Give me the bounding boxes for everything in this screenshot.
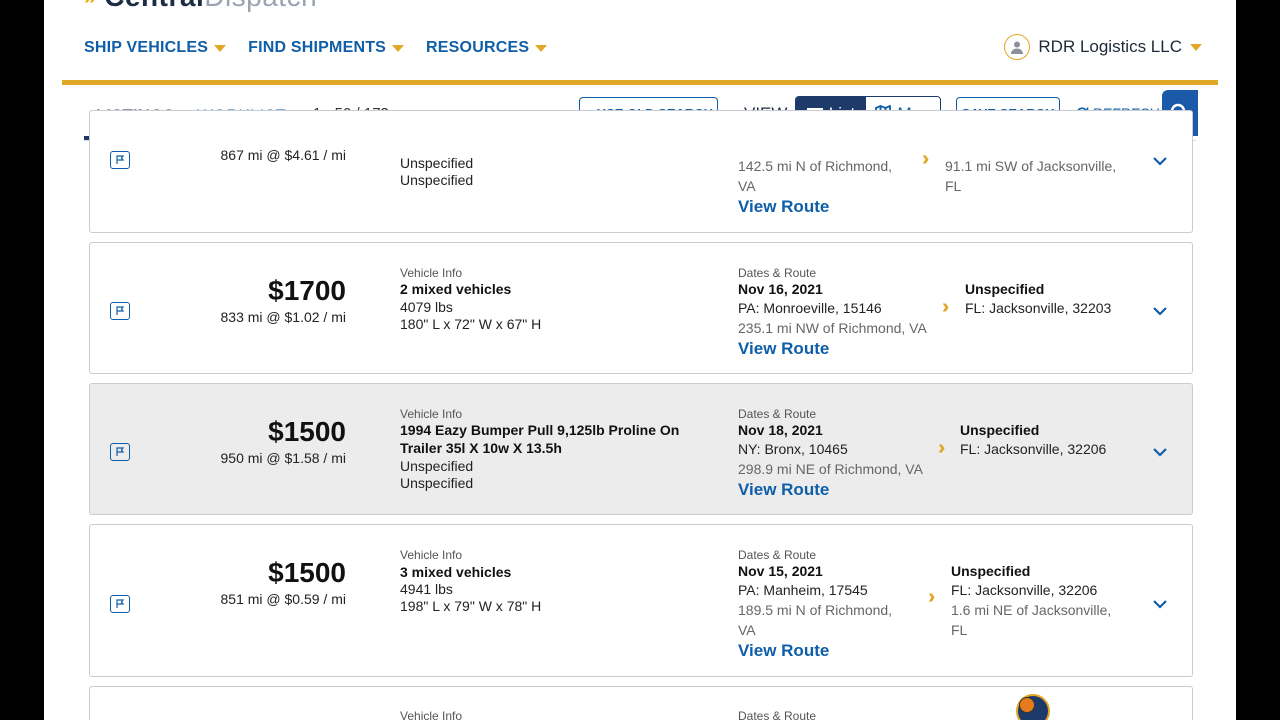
flag-icon[interactable] [110,443,130,461]
route-arrow-icon: ›› [938,437,947,459]
route-arrow-icon: ›› [928,586,937,608]
destination-distance: 1.6 mi NE of Jacksonville, [951,602,1112,618]
vehicle-title: 2 mixed vehicles [400,281,512,297]
origin-distance: 235.1 mi NW of Richmond, VA [738,320,927,336]
vehicle-line: Unspecified [400,155,474,171]
origin-distance-state: VA [738,622,756,638]
destination-distance-state: FL [951,622,968,638]
nav-ship-vehicles[interactable]: SHIP VEHICLES [84,38,227,58]
pickup-date: Nov 16, 2021 [738,281,823,297]
flag-icon[interactable] [110,595,130,613]
logo-text: CentralDispatch [104,0,317,11]
dates-route-label: Dates & Route [738,266,817,280]
destination-location: FL: Jacksonville, 32206 [960,441,1107,457]
logo-chevron-icon: » [84,0,96,8]
vehicle-line: Unspecified [400,458,474,474]
route-arrow-icon: ›› [942,296,951,318]
listing-card[interactable]: $1500 950 mi @ $1.58 / mi Vehicle Info 1… [89,383,1193,515]
dates-route-label: Dates & Route [738,709,817,720]
dates-route-label: Dates & Route [738,407,817,421]
main-nav: SHIP VEHICLES FIND SHIPMENTS RESOURCES [84,38,548,58]
header-divider [62,80,1218,85]
listing-card[interactable]: 867 mi @ $4.61 / mi Unspecified Unspecif… [89,110,1193,233]
vehicle-line: Unspecified [400,172,474,188]
vehicle-line: 4079 lbs [400,299,453,315]
pickup-date: Nov 18, 2021 [738,422,823,438]
nav-label: SHIP VEHICLES [84,39,209,56]
origin-location: PA: Manheim, 17545 [738,582,868,598]
chevron-down-icon [214,44,227,52]
route-arrow-icon: ›› [922,148,931,170]
vehicle-info-label: Vehicle Info [400,407,463,421]
destination-status: Unspecified [951,563,1031,579]
vehicle-info-label: Vehicle Info [400,709,463,720]
chevron-down-icon [535,44,548,52]
vehicle-info-label: Vehicle Info [400,548,463,562]
nav-label: FIND SHIPMENTS [248,39,387,56]
vehicle-line: 180" L x 72" W x 67" H [400,316,542,332]
listing-price: $1500 [268,416,346,447]
destination-distance-state: FL [945,178,962,194]
origin-distance: 189.5 mi N of Richmond, [738,602,893,618]
dates-route-label: Dates & Route [738,548,817,562]
chevron-down-icon[interactable] [1152,306,1168,316]
vehicle-line: 198" L x 79" W x 78" H [400,598,542,614]
view-route-link[interactable]: View Route [738,197,829,217]
chevron-down-icon [392,44,405,52]
view-route-link[interactable]: View Route [738,339,829,359]
destination-location: FL: Jacksonville, 32203 [965,300,1112,316]
origin-location: PA: Monroeville, 15146 [738,300,882,316]
destination-distance: 91.1 mi SW of Jacksonville, [945,158,1117,174]
chevron-down-icon [1190,43,1202,51]
destination-location: FL: Jacksonville, 32206 [951,582,1098,598]
pickup-date: Nov 15, 2021 [738,563,823,579]
account-name: RDR Logistics LLC [1038,37,1182,56]
nav-find-shipments[interactable]: FIND SHIPMENTS [248,38,405,58]
listing-price: $1500 [268,557,346,588]
price-per-mile: 950 mi @ $1.58 / mi [220,450,347,466]
chevron-down-icon[interactable] [1152,447,1168,457]
page: » CentralDispatch SHIP VEHICLES FIND SHI… [44,0,1236,720]
flag-icon[interactable] [110,151,130,169]
notification-badge [1019,697,1035,713]
view-route-link[interactable]: View Route [738,480,829,500]
nav-resources[interactable]: RESOURCES [426,38,548,58]
vehicle-title: 1994 Eazy Bumper Pull 9,125lb Proline On… [400,422,680,456]
price-per-mile: 851 mi @ $0.59 / mi [220,591,347,607]
origin-distance-state: VA [738,178,756,194]
destination-status: Unspecified [960,422,1040,438]
chevron-down-icon[interactable] [1152,156,1168,166]
listing-card[interactable]: $1700 833 mi @ $1.02 / mi Vehicle Info 2… [89,242,1193,374]
origin-distance: 298.9 mi NE of Richmond, VA [738,461,923,477]
vehicle-title: 3 mixed vehicles [400,564,512,580]
vehicle-line: 4941 lbs [400,581,453,597]
origin-location: NY: Bronx, 10465 [738,441,848,457]
chevron-down-icon[interactable] [1152,599,1168,609]
user-icon [1011,41,1024,54]
origin-distance: 142.5 mi N of Richmond, [738,158,893,174]
brand-logo[interactable]: » CentralDispatch [84,0,317,11]
vehicle-line: Unspecified [400,475,474,491]
avatar [1004,34,1031,60]
price-per-mile: 833 mi @ $1.02 / mi [220,309,347,325]
account-menu[interactable]: RDR Logistics LLC [1004,34,1202,60]
vehicle-info-label: Vehicle Info [400,266,463,280]
price-per-mile: 867 mi @ $4.61 / mi [220,147,347,163]
listing-card[interactable]: $1500 851 mi @ $0.59 / mi Vehicle Info 3… [89,524,1193,677]
destination-status: Unspecified [965,281,1045,297]
flag-icon[interactable] [110,302,130,320]
listing-price: $1700 [268,275,346,306]
nav-label: RESOURCES [426,39,530,56]
view-route-link[interactable]: View Route [738,641,829,661]
